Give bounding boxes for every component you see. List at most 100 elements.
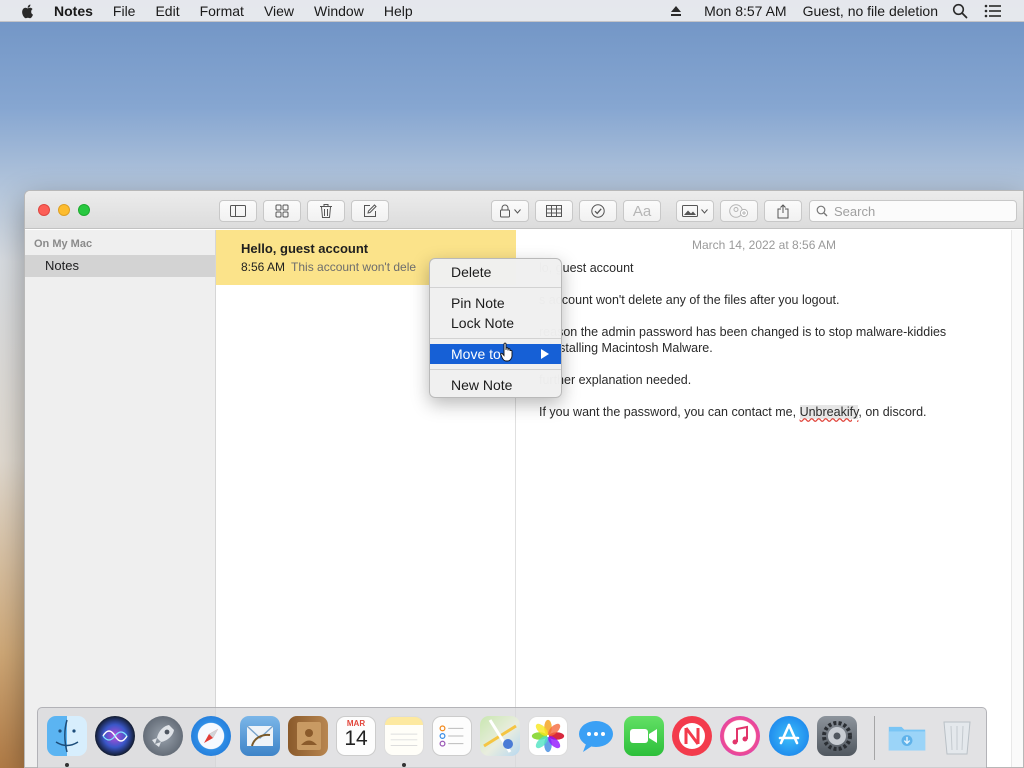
dock-safari-icon[interactable] — [191, 716, 231, 756]
dock: MAR 14 — [37, 707, 987, 768]
dock-news-icon[interactable] — [672, 716, 712, 756]
window-toolbar: Aa Search — [25, 191, 1023, 229]
search-placeholder: Search — [834, 203, 876, 219]
dock-finder-icon[interactable] — [47, 716, 87, 756]
dock-app-store-icon[interactable] — [769, 716, 809, 756]
checklist-button[interactable] — [579, 200, 617, 222]
misspelled-word[interactable]: Unbreakify — [799, 405, 859, 419]
add-media-button[interactable] — [676, 200, 714, 222]
menu-item-move-to[interactable]: Move to — [430, 344, 561, 364]
note-paragraph: If you want the password, you can contac… — [539, 404, 999, 420]
note-line: further explanation needed. — [539, 373, 692, 387]
add-people-button[interactable] — [720, 200, 758, 222]
note-item-title: Hello, guest account — [241, 241, 369, 256]
menu-separator — [430, 338, 561, 339]
dock-mail-icon[interactable] — [240, 716, 280, 756]
dock-divider — [874, 716, 875, 760]
grid-icon — [275, 204, 289, 218]
dock-facetime-icon[interactable] — [624, 716, 664, 756]
dock-calendar-icon[interactable]: MAR 14 — [336, 716, 376, 756]
share-button[interactable] — [764, 200, 802, 222]
note-item-time: 8:56 AM — [241, 260, 286, 274]
toggle-sidebar-button[interactable] — [219, 200, 257, 222]
menu-item-move-to-label: Move to — [451, 346, 501, 362]
sidebar-section-on-my-mac: On My Mac — [34, 238, 93, 250]
new-note-button[interactable] — [351, 200, 389, 222]
menu-help[interactable]: Help — [374, 0, 423, 22]
zoom-window-button[interactable] — [78, 204, 90, 216]
note-date: March 14, 2022 at 8:56 AM — [691, 238, 837, 252]
dock-maps-icon[interactable] — [480, 716, 520, 756]
menu-file[interactable]: File — [103, 0, 146, 22]
menu-window[interactable]: Window — [304, 0, 374, 22]
chevron-down-icon — [701, 208, 708, 214]
running-indicator — [402, 763, 406, 767]
table-button[interactable] — [535, 200, 573, 222]
format-text-button[interactable]: Aa — [623, 200, 661, 222]
photo-icon — [682, 205, 698, 217]
dock-trash-icon[interactable] — [937, 716, 977, 756]
dock-system-preferences-icon[interactable] — [817, 716, 857, 756]
lock-note-button[interactable] — [491, 200, 529, 222]
minimize-window-button[interactable] — [58, 204, 70, 216]
menu-item-lock-note[interactable]: Lock Note — [430, 313, 561, 333]
dock-itunes-icon[interactable] — [720, 716, 760, 756]
note-editor[interactable]: March 14, 2022 at 8:56 AM lo, guest acco… — [517, 230, 1011, 767]
mouse-pointer-icon — [500, 342, 513, 362]
lock-icon — [500, 204, 510, 218]
compose-icon — [364, 204, 377, 217]
close-window-button[interactable] — [38, 204, 50, 216]
menu-item-delete[interactable]: Delete — [430, 262, 561, 282]
dock-photos-icon[interactable] — [528, 716, 568, 756]
dock-messages-icon[interactable] — [576, 716, 616, 756]
dock-contacts-icon[interactable] — [288, 716, 328, 756]
sidebar-item-notes[interactable]: Notes — [25, 255, 215, 277]
editor-scrollbar[interactable] — [1011, 230, 1023, 767]
eject-icon[interactable] — [670, 5, 682, 17]
note-line: , on discord. — [858, 405, 927, 419]
menubar-clock[interactable]: Mon 8:57 AM — [696, 0, 795, 22]
dock-reminders-icon[interactable] — [432, 716, 472, 756]
attachments-view-button[interactable] — [263, 200, 301, 222]
menubar-user[interactable]: Guest, no file deletion — [795, 0, 946, 22]
running-indicator — [65, 763, 69, 767]
notification-center-icon[interactable] — [984, 4, 1002, 18]
add-people-icon — [729, 204, 749, 218]
delete-note-button[interactable] — [307, 200, 345, 222]
note-line: lo, guest account — [539, 261, 634, 275]
apple-menu-icon[interactable] — [20, 3, 36, 19]
folders-sidebar: On My Mac Notes — [25, 230, 216, 767]
note-context-menu: Delete Pin Note Lock Note Move to New No… — [429, 258, 562, 398]
search-icon — [816, 205, 828, 217]
dock-launchpad-icon[interactable] — [143, 716, 183, 756]
note-paragraph: reason the admin password has been chang… — [539, 324, 999, 356]
note-body[interactable]: lo, guest account s account won't delete… — [539, 260, 999, 436]
submenu-arrow-icon — [541, 349, 549, 359]
share-icon — [777, 203, 789, 218]
chevron-down-icon — [514, 208, 521, 214]
note-line: reason the admin password has been chang… — [539, 325, 947, 339]
menu-separator — [430, 369, 561, 370]
menu-item-new-note[interactable]: New Note — [430, 375, 561, 395]
dock-siri-icon[interactable] — [95, 716, 135, 756]
note-line: If you want the password, you can contac… — [539, 405, 797, 419]
menu-separator — [430, 287, 561, 288]
menu-item-pin-note[interactable]: Pin Note — [430, 293, 561, 313]
note-line: s account won't delete any of the files … — [539, 293, 840, 307]
menu-bar: Notes File Edit Format View Window Help … — [0, 0, 1024, 22]
note-item-snippet: This account won't dele — [291, 260, 417, 274]
search-field[interactable]: Search — [809, 200, 1017, 222]
menu-app-notes[interactable]: Notes — [50, 0, 103, 22]
checklist-icon — [591, 204, 605, 218]
dock-downloads-icon[interactable] — [887, 716, 927, 756]
calendar-day-label: 14 — [344, 727, 368, 750]
spotlight-icon[interactable] — [952, 3, 968, 19]
trash-icon — [320, 204, 332, 218]
note-line: n installing Macintosh Malware. — [539, 341, 713, 355]
menu-edit[interactable]: Edit — [145, 0, 189, 22]
dock-notes-icon[interactable] — [384, 716, 424, 756]
menu-view[interactable]: View — [254, 0, 304, 22]
menu-format[interactable]: Format — [190, 0, 254, 22]
table-icon — [546, 205, 562, 217]
sidebar-icon — [230, 205, 246, 217]
